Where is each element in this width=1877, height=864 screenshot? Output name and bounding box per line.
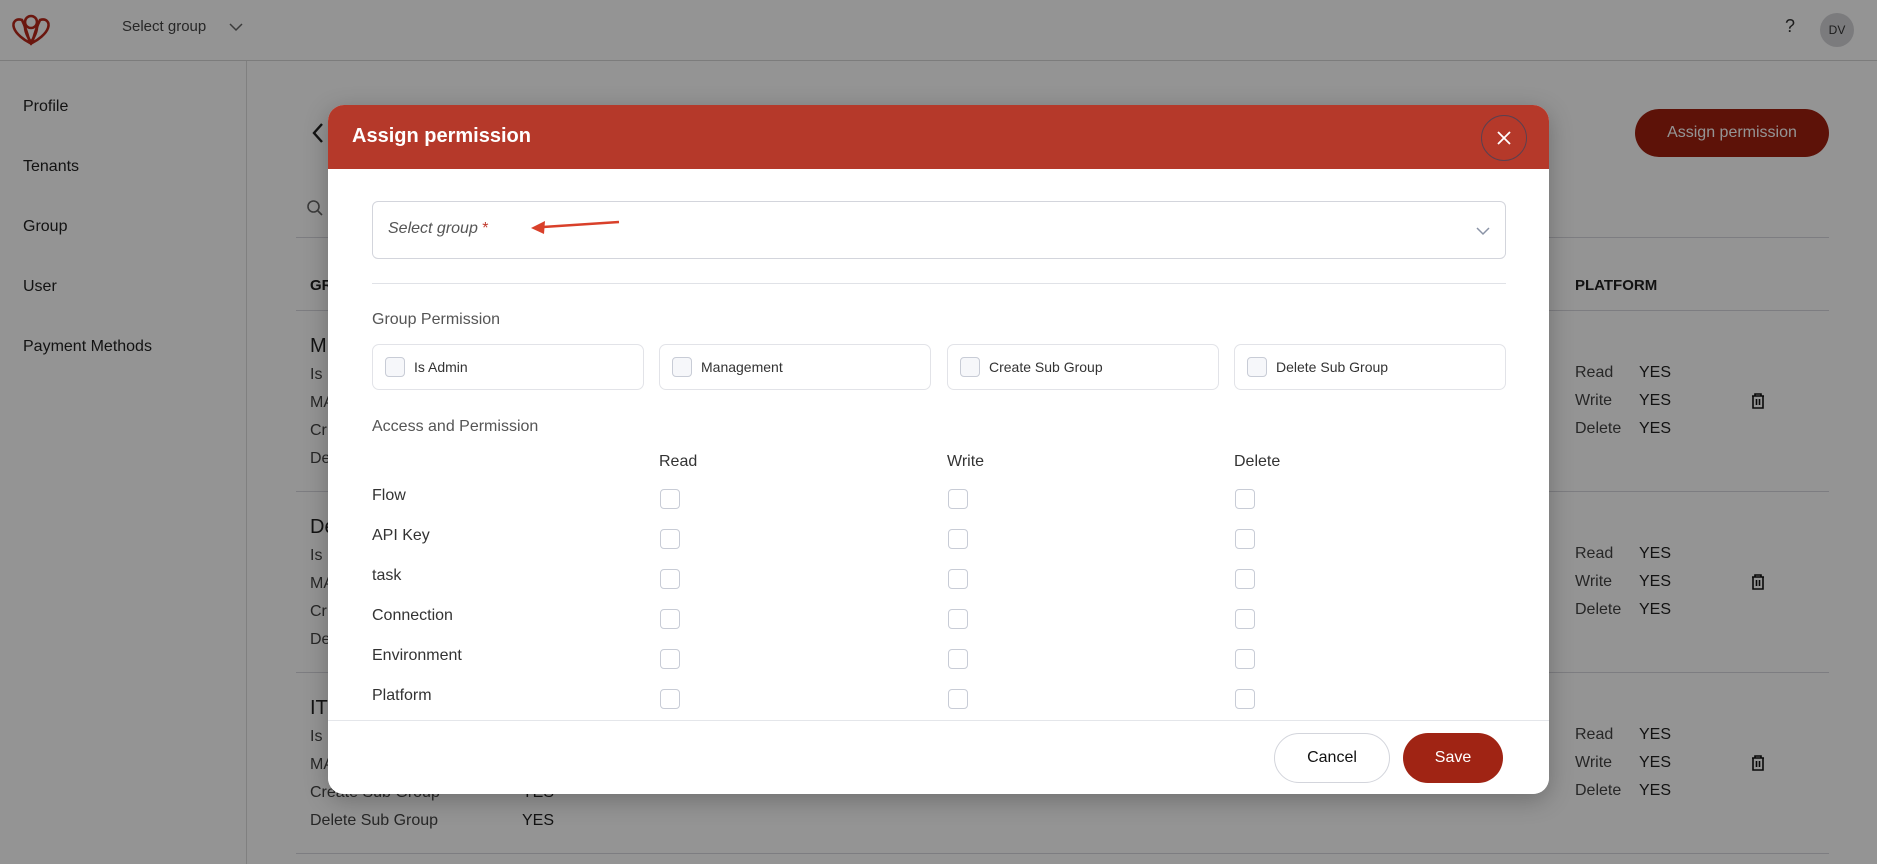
column-read: Read: [659, 453, 698, 470]
checkbox-box[interactable]: [672, 357, 692, 377]
access-row-label: Flow: [372, 487, 406, 504]
modal-header: Assign permission: [328, 105, 1549, 169]
access-read-checkbox[interactable]: [660, 689, 680, 709]
access-delete-checkbox[interactable]: [1235, 649, 1255, 669]
checkbox-box[interactable]: [385, 357, 405, 377]
access-row-label: task: [372, 567, 402, 584]
column-write: Write: [947, 453, 985, 470]
group-permission-heading: Group Permission: [372, 311, 501, 328]
placeholder-text: Select group: [388, 220, 478, 237]
checkbox-label: Management: [701, 359, 783, 375]
management-checkbox[interactable]: Management: [659, 344, 931, 390]
select-group-placeholder: Select group *: [388, 220, 489, 238]
access-write-checkbox[interactable]: [948, 529, 968, 549]
checkbox-label: Create Sub Group: [989, 359, 1103, 375]
is-admin-checkbox[interactable]: Is Admin: [372, 344, 644, 390]
modal-title: Assign permission: [352, 125, 531, 147]
column-delete: Delete: [1234, 453, 1281, 470]
access-row-label: Connection: [372, 607, 453, 624]
access-write-checkbox[interactable]: [948, 489, 968, 509]
assign-permission-modal: Assign permission Select group * Group P…: [328, 105, 1549, 794]
access-read-checkbox[interactable]: [660, 609, 680, 629]
checkbox-box[interactable]: [960, 357, 980, 377]
divider: [372, 283, 1506, 284]
checkbox-label: Delete Sub Group: [1276, 359, 1389, 375]
access-read-checkbox[interactable]: [660, 649, 680, 669]
close-icon: [1497, 131, 1511, 145]
access-write-checkbox[interactable]: [948, 569, 968, 589]
access-delete-checkbox[interactable]: [1235, 609, 1255, 629]
access-delete-checkbox[interactable]: [1235, 529, 1255, 549]
access-write-checkbox[interactable]: [948, 689, 968, 709]
access-read-checkbox[interactable]: [660, 529, 680, 549]
access-write-checkbox[interactable]: [948, 609, 968, 629]
checkbox-label: Is Admin: [414, 359, 468, 375]
access-delete-checkbox[interactable]: [1235, 689, 1255, 709]
checkbox-box[interactable]: [1247, 357, 1267, 377]
access-delete-checkbox[interactable]: [1235, 489, 1255, 509]
cancel-button[interactable]: Cancel: [1274, 733, 1390, 783]
modal-footer: Cancel Save: [328, 720, 1549, 794]
modal-body: Select group * Group Permission Is Admin…: [328, 169, 1549, 720]
close-button[interactable]: [1481, 115, 1527, 161]
access-permission-heading: Access and Permission: [372, 418, 539, 435]
create-sub-group-checkbox[interactable]: Create Sub Group: [947, 344, 1219, 390]
save-button[interactable]: Save: [1403, 733, 1503, 783]
access-read-checkbox[interactable]: [660, 489, 680, 509]
access-row-label: API Key: [372, 527, 430, 544]
required-mark: *: [482, 220, 489, 237]
access-row-label: Environment: [372, 647, 462, 664]
chevron-down-icon: [1476, 227, 1490, 236]
access-write-checkbox[interactable]: [948, 649, 968, 669]
annotation-arrow-icon: [531, 220, 620, 234]
delete-sub-group-checkbox[interactable]: Delete Sub Group: [1234, 344, 1506, 390]
select-group-dropdown[interactable]: Select group *: [372, 201, 1506, 259]
access-delete-checkbox[interactable]: [1235, 569, 1255, 589]
access-read-checkbox[interactable]: [660, 569, 680, 589]
access-row-label: Platform: [372, 687, 432, 704]
